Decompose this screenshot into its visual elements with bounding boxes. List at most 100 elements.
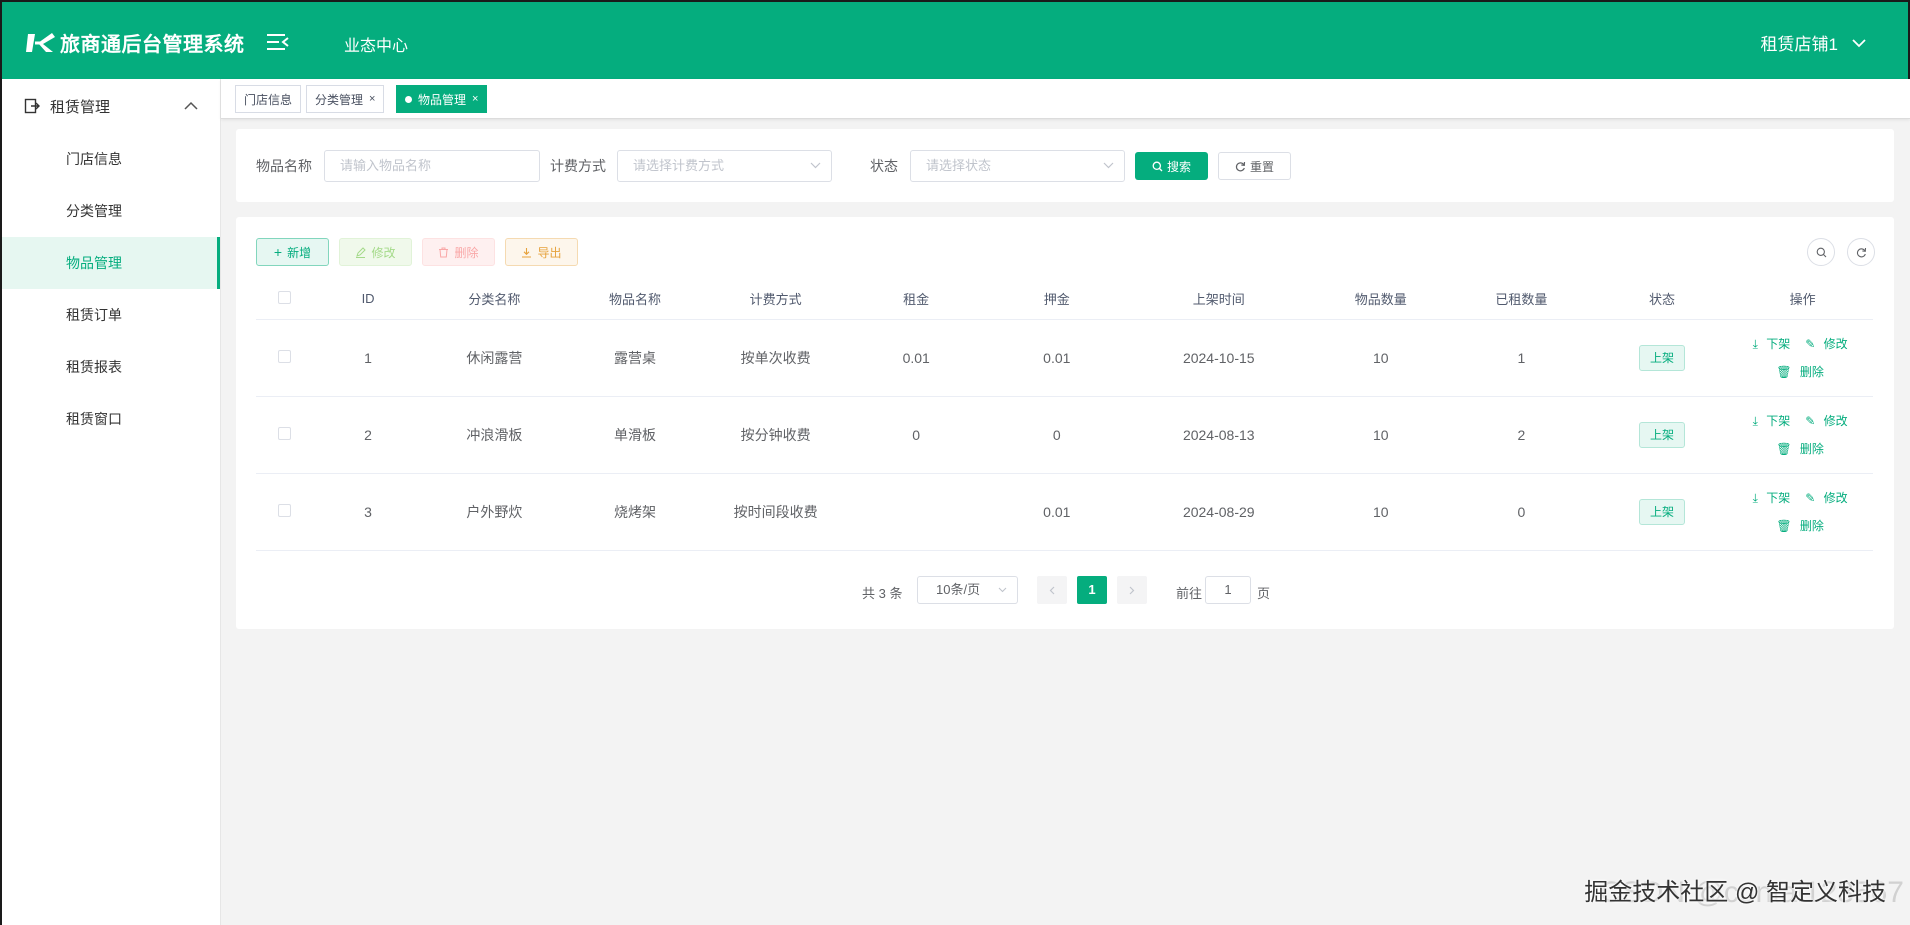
unlist-link[interactable]: ⤓ 下架 bbox=[1753, 414, 1796, 428]
column-header: 物品数量 bbox=[1310, 279, 1452, 320]
tab-store-info[interactable]: 门店信息 bbox=[235, 85, 302, 113]
sidebar-item-window[interactable]: 租赁窗口 bbox=[2, 393, 220, 445]
cell-billing: 按单次收费 bbox=[705, 319, 846, 397]
cell-id: 1 bbox=[312, 319, 425, 397]
prev-page-button[interactable] bbox=[1037, 576, 1067, 604]
tab-goods[interactable]: 物品管理 × bbox=[396, 85, 488, 113]
cell-rent: 0 bbox=[845, 396, 987, 474]
app-title: 旅商通后台管理系统 bbox=[60, 34, 245, 56]
goods-table-card: + 新增 修改 删除 导出 ID 分类名称 物品名称 计费方式 租金 押金 上架… bbox=[236, 217, 1894, 629]
billing-placeholder: 请选择计费方式 bbox=[633, 158, 725, 173]
unlist-label: 下架 bbox=[1766, 413, 1791, 428]
row-checkbox[interactable] bbox=[277, 426, 291, 440]
edit-link[interactable]: ✎ 修改 bbox=[1805, 491, 1852, 505]
table-row: 1 休闲露营 露营桌 按单次收费 0.01 0.01 2024-10-15 10… bbox=[256, 319, 1873, 397]
edit-label: 修改 bbox=[1823, 336, 1848, 351]
add-button[interactable]: + 新增 bbox=[256, 238, 329, 266]
sidebar-group-rental[interactable]: 租赁管理 bbox=[2, 79, 220, 133]
column-header: 押金 bbox=[986, 279, 1128, 320]
row-checkbox[interactable] bbox=[277, 349, 291, 363]
next-page-button[interactable] bbox=[1117, 576, 1147, 604]
cell-category: 冲浪滑板 bbox=[424, 396, 565, 474]
unlist-link[interactable]: ⤓ 下架 bbox=[1753, 337, 1796, 351]
chevron-down-icon bbox=[1852, 38, 1866, 47]
delete-label: 删除 bbox=[1799, 364, 1824, 379]
row-actions: ⤓ 下架 ✎ 修改 🗑 删除 bbox=[1732, 319, 1873, 397]
toggle-search-button[interactable] bbox=[1807, 238, 1835, 266]
cell-listed-time: 2024-08-13 bbox=[1127, 396, 1311, 474]
sidebar-group-label: 租赁管理 bbox=[50, 98, 111, 116]
header-checkbox[interactable] bbox=[256, 279, 313, 320]
biz-center-link[interactable]: 业态中心 bbox=[344, 32, 408, 56]
row-checkbox[interactable] bbox=[277, 503, 291, 517]
cell-category: 休闲露营 bbox=[424, 319, 565, 397]
sidebar-item-category[interactable]: 分类管理 bbox=[2, 185, 220, 237]
checkbox[interactable] bbox=[277, 290, 291, 304]
status-badge: 上架 bbox=[1638, 344, 1685, 371]
edit-button-label: 修改 bbox=[371, 245, 396, 260]
refresh-button[interactable] bbox=[1847, 238, 1875, 266]
chevron-down-icon bbox=[998, 587, 1007, 593]
sidebar-item-goods[interactable]: 物品管理 bbox=[2, 237, 220, 289]
sidebar-item-orders[interactable]: 租赁订单 bbox=[2, 289, 220, 341]
column-header: 分类名称 bbox=[424, 279, 565, 320]
delete-link[interactable]: 🗑 删除 bbox=[1776, 519, 1829, 533]
pagination: 共 3 条 10条/页 1 前往 1 页 bbox=[236, 576, 1894, 606]
top-header: 旅商通后台管理系统 业态中心 租赁店铺1 bbox=[0, 0, 1910, 79]
app-logo: 旅商通后台管理系统 bbox=[26, 28, 245, 57]
refresh-icon bbox=[1856, 247, 1866, 257]
chevron-down-icon bbox=[1103, 162, 1114, 169]
cell-rented: 1 bbox=[1451, 319, 1592, 397]
chevron-left-icon bbox=[1049, 586, 1055, 594]
delete-button-label: 删除 bbox=[454, 245, 479, 260]
cell-name: 露营桌 bbox=[564, 319, 706, 397]
delete-link[interactable]: 🗑 删除 bbox=[1776, 365, 1829, 379]
chevron-up-icon bbox=[184, 101, 198, 110]
table-row: 3 户外野炊 烧烤架 按时间段收费 0.01 2024-08-29 10 0 上… bbox=[256, 473, 1873, 551]
delete-link[interactable]: 🗑 删除 bbox=[1776, 442, 1829, 456]
edit-button[interactable]: 修改 bbox=[339, 238, 412, 266]
goods-name-label: 物品名称 bbox=[256, 158, 312, 174]
status-placeholder: 请选择状态 bbox=[926, 158, 992, 173]
cell-deposit: 0.01 bbox=[986, 473, 1128, 551]
search-button[interactable]: 搜索 bbox=[1135, 152, 1208, 180]
edit-link[interactable]: ✎ 修改 bbox=[1805, 337, 1852, 351]
menu-fold-icon[interactable] bbox=[267, 32, 289, 52]
cell-quantity: 10 bbox=[1310, 319, 1452, 397]
store-switcher[interactable]: 租赁店铺1 bbox=[1761, 30, 1866, 55]
unlist-link[interactable]: ⤓ 下架 bbox=[1753, 491, 1796, 505]
page-size-select[interactable]: 10条/页 bbox=[917, 576, 1018, 604]
search-form: 物品名称 请输入物品名称 计费方式 请选择计费方式 状态 请选择状态 搜索 重置 bbox=[236, 129, 1894, 202]
column-header: 租金 bbox=[845, 279, 987, 320]
goto-page-input[interactable]: 1 bbox=[1205, 576, 1251, 604]
cell-id: 3 bbox=[312, 473, 425, 551]
plus-icon: + bbox=[273, 244, 283, 260]
page-number-current[interactable]: 1 bbox=[1077, 576, 1107, 604]
sidebar-item-reports[interactable]: 租赁报表 bbox=[2, 341, 220, 393]
tab-label: 分类管理 bbox=[315, 92, 364, 107]
export-button[interactable]: 导出 bbox=[505, 238, 578, 266]
edit-link[interactable]: ✎ 修改 bbox=[1805, 414, 1852, 428]
delete-button[interactable]: 删除 bbox=[422, 238, 495, 266]
billing-select[interactable]: 请选择计费方式 bbox=[617, 150, 832, 182]
trash-icon bbox=[439, 247, 449, 257]
cell-category: 户外野炊 bbox=[424, 473, 565, 551]
tab-category[interactable]: 分类管理 × bbox=[306, 85, 385, 113]
export-button-label: 导出 bbox=[537, 245, 562, 260]
cell-quantity: 10 bbox=[1310, 473, 1452, 551]
store-name: 租赁店铺1 bbox=[1760, 35, 1838, 54]
table-header-row: ID 分类名称 物品名称 计费方式 租金 押金 上架时间 物品数量 已租数量 状… bbox=[256, 279, 1873, 320]
close-icon[interactable]: × bbox=[472, 93, 478, 105]
search-button-label: 搜索 bbox=[1166, 159, 1191, 174]
close-icon[interactable]: × bbox=[369, 93, 375, 105]
reset-button[interactable]: 重置 bbox=[1218, 152, 1291, 180]
page-suffix: 页 bbox=[1257, 586, 1271, 601]
goods-name-input[interactable]: 请输入物品名称 bbox=[324, 150, 540, 182]
reset-button-label: 重置 bbox=[1249, 159, 1274, 174]
sidebar-item-store-info[interactable]: 门店信息 bbox=[2, 133, 220, 185]
column-header: 操作 bbox=[1732, 279, 1873, 320]
chevron-right-icon bbox=[1129, 586, 1135, 594]
search-icon bbox=[1816, 247, 1826, 257]
unlist-label: 下架 bbox=[1766, 490, 1791, 505]
status-select[interactable]: 请选择状态 bbox=[910, 150, 1125, 182]
